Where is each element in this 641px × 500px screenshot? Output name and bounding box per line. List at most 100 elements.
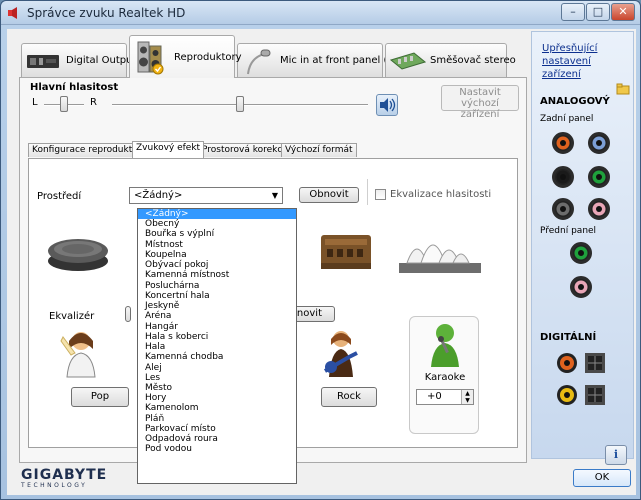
coaxial-port-orange-icon[interactable] (556, 352, 578, 374)
client-area: Digital Output Reproduktory Mic in at fr… (7, 29, 636, 495)
mute-button[interactable] (376, 94, 398, 116)
gigabyte-logo: GIGABYTE TECHNOLOGY (21, 467, 107, 489)
loudness-equalization-label: Ekvalizace hlasitosti (390, 189, 492, 200)
speaker-volume-icon (380, 98, 396, 112)
tab-speakers[interactable]: Reproduktory (129, 35, 242, 78)
opera-house-icon (399, 244, 481, 273)
front-jack-green[interactable] (570, 242, 592, 264)
tab-default-format[interactable]: Výchozí formát (281, 143, 357, 157)
tab-room-correction[interactable]: Prostorová korekce (198, 143, 292, 157)
brand-subtitle: TECHNOLOGY (21, 482, 88, 489)
title-bar[interactable]: Správce zvuku Realtek HD – □ ✕ (1, 1, 640, 25)
tab-microphone[interactable]: Mic in at front panel (Pink) (237, 43, 412, 77)
optical-port-icon[interactable] (584, 352, 606, 374)
volume-slider-thumb[interactable] (236, 96, 244, 112)
master-volume-title: Hlavní hlasitost (30, 82, 119, 93)
front-jack-pink[interactable] (570, 276, 592, 298)
rock-guitarist-icon (323, 331, 358, 377)
digital-output-icon (27, 55, 59, 68)
environment-option[interactable]: Parkovací místo (138, 424, 296, 434)
colosseum-icon (321, 235, 371, 269)
tab-digital-output[interactable]: Digital Output (21, 43, 136, 77)
environment-option[interactable]: Alej (138, 363, 296, 373)
device-side-panel: Upřesňující nastavení zařízení ANALOGOVÝ… (531, 31, 634, 459)
set-default-device-button[interactable]: Nastavit výchozí zařízení (441, 85, 519, 120)
balance-slider-thumb[interactable] (60, 96, 68, 112)
environment-option[interactable]: Les (138, 373, 296, 383)
environment-option[interactable]: Odpadová roura (138, 434, 296, 444)
rear-jack-green[interactable] (588, 166, 610, 188)
rock-preset-button[interactable]: Rock (321, 387, 377, 407)
rear-jack-blue[interactable] (588, 132, 610, 154)
environment-option[interactable]: Kamenná místnost (138, 270, 296, 280)
environment-option[interactable]: Aréna (138, 311, 296, 321)
environment-dropdown-list[interactable]: <Žádný> Obecný Bouřka s výplní Místnost Koup… (137, 208, 297, 484)
equalizer-button-partial[interactable] (125, 306, 131, 322)
coaxial-port-yellow-icon[interactable] (556, 384, 578, 406)
environment-option[interactable]: Město (138, 383, 296, 393)
device-tabs: Digital Output Reproduktory Mic in at fr… (19, 35, 527, 78)
environment-option[interactable]: Jeskyně (138, 301, 296, 311)
karaoke-group: Karaoke +0 ▲ ▼ (409, 316, 479, 434)
environment-option[interactable]: Koncertní hala (138, 291, 296, 301)
optical-port-icon[interactable] (584, 384, 606, 406)
environment-combobox-value: <Žádný> (134, 190, 183, 201)
balance-left-label: L (32, 97, 38, 108)
environment-combobox[interactable]: <Žádný> ▼ (129, 187, 283, 204)
environment-option[interactable]: Hala (138, 342, 296, 352)
environment-option[interactable]: Hangár (138, 322, 296, 332)
karaoke-stepper-buttons: ▲ ▼ (461, 390, 473, 404)
minimize-button[interactable]: – (561, 3, 585, 21)
rear-jack-black[interactable] (552, 166, 574, 188)
karaoke-label: Karaoke (424, 372, 466, 383)
tab-stereo-mixer[interactable]: Směšovač stereo (385, 43, 516, 77)
maximize-button[interactable]: □ (586, 3, 610, 21)
environment-option[interactable]: Místnost (138, 240, 296, 250)
chevron-down-icon: ▼ (271, 191, 279, 200)
info-button[interactable]: i (605, 445, 627, 465)
ok-button[interactable]: OK (573, 469, 631, 487)
folder-icon (616, 83, 630, 95)
speakers-icon (137, 41, 164, 75)
environment-option[interactable]: Posluchárna (138, 281, 296, 291)
environment-option[interactable]: Pod vodou (138, 444, 296, 454)
rear-jack-gray[interactable] (552, 198, 574, 220)
environment-option[interactable]: Obecný (138, 219, 296, 229)
environment-option[interactable]: <Žádný> (138, 209, 296, 220)
close-button[interactable]: ✕ (611, 3, 635, 21)
pop-preset-button[interactable]: Pop (71, 387, 129, 407)
environment-option[interactable]: Kamenná chodba (138, 352, 296, 362)
speaker-app-icon (8, 7, 17, 19)
environment-label: Prostředí (37, 191, 82, 202)
stepper-down-icon[interactable]: ▼ (462, 397, 473, 404)
digital-heading: DIGITÁLNÍ (540, 332, 597, 343)
karaoke-stepper[interactable]: +0 ▲ ▼ (416, 389, 474, 405)
balance-right-label: R (90, 97, 97, 108)
brand-name: GIGABYTE (21, 467, 108, 483)
environment-option[interactable]: Koupelna (138, 250, 296, 260)
app-window: Správce zvuku Realtek HD – □ ✕ Digital O… (0, 0, 641, 500)
rear-jack-orange[interactable] (552, 132, 574, 154)
environment-reset-button[interactable]: Obnovit (299, 187, 359, 203)
microphone-icon (247, 49, 271, 75)
environment-option[interactable]: Pláň (138, 414, 296, 424)
advanced-device-settings-link[interactable]: Upřesňující nastavení zařízení (542, 42, 626, 81)
window-title: Správce zvuku Realtek HD (27, 6, 186, 20)
karaoke-singer-icon (431, 324, 459, 367)
environment-option[interactable]: Hala s koberci (138, 332, 296, 342)
loudness-equalization-checkbox[interactable] (375, 189, 386, 200)
stepper-up-icon[interactable]: ▲ (462, 390, 473, 397)
rear-jack-pink[interactable] (588, 198, 610, 220)
karaoke-value: +0 (427, 391, 442, 402)
sewer-pipe-icon (48, 239, 108, 271)
tab-sound-effect[interactable]: Zvukový efekt (132, 141, 205, 158)
divider (367, 179, 368, 205)
tab-stereo-mixer-label: Směšovač stereo (430, 55, 516, 66)
environment-option[interactable]: Kamenolom (138, 403, 296, 413)
environment-option[interactable]: Bouřka s výplní (138, 229, 296, 239)
tab-digital-output-label: Digital Output (66, 55, 137, 66)
environment-option[interactable]: Obývací pokoj (138, 260, 296, 270)
environment-option[interactable]: Hory (138, 393, 296, 403)
front-panel-label: Přední panel (540, 226, 597, 236)
pop-singer-icon (60, 332, 96, 378)
